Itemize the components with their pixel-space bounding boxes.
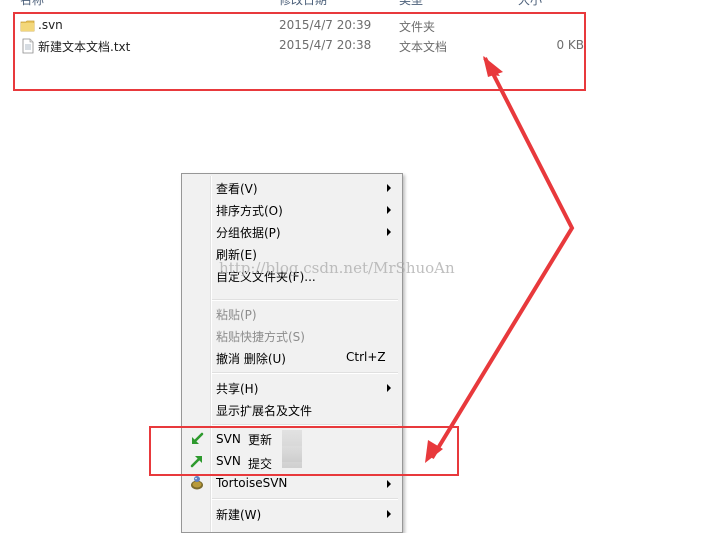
menu-item-label: 粘贴(P) [216, 308, 257, 322]
menu-item-paste[interactable]: 粘贴(P) [184, 302, 400, 324]
column-date-header[interactable]: 修改日期 [279, 0, 327, 8]
tortoisesvn-icon [191, 476, 203, 490]
menu-item-share[interactable]: 共享(H) [184, 376, 400, 398]
submenu-arrow-icon [387, 384, 391, 392]
menu-item-undo-delete[interactable]: 撤消 删除(U) Ctrl+Z [184, 346, 400, 368]
menu-item-view[interactable]: 查看(V) [184, 176, 400, 198]
column-type-header[interactable]: 类型 [399, 0, 423, 8]
menu-item-label: 新建(W) [216, 508, 262, 522]
menu-item-new[interactable]: 新建(W) [184, 502, 400, 524]
menu-item-label: 粘贴快捷方式(S) [216, 330, 305, 344]
menu-item-label: 排序方式(O) [216, 204, 283, 218]
files-highlight-box [13, 12, 586, 91]
menu-separator [212, 372, 398, 374]
watermark: http://blog.csdn.net/MrShuoAn [219, 259, 455, 277]
svn-highlight-box [149, 426, 459, 476]
menu-item-label: 显示扩展名及文件 [216, 404, 313, 418]
menu-item-label: TortoiseSVN [216, 476, 288, 490]
menu-item-label: 共享(H) [216, 382, 259, 396]
submenu-arrow-icon [387, 228, 391, 236]
column-size-header[interactable]: 大小 [518, 0, 542, 8]
menu-item-label: 分组依据(P) [216, 226, 281, 240]
submenu-arrow-icon [387, 184, 391, 192]
menu-item-sort[interactable]: 排序方式(O) [184, 198, 400, 220]
menu-item-show-extensions[interactable]: 显示扩展名及文件 [184, 398, 400, 420]
menu-separator [212, 299, 398, 301]
menu-item-shortcut: Ctrl+Z [346, 350, 386, 364]
column-header: 名称 修改日期 类型 大小 [0, 0, 711, 8]
context-menu: 查看(V) 排序方式(O) 分组依据(P) 刷新(E) 自定义文件夹(F)...… [181, 173, 403, 533]
submenu-arrow-icon [387, 206, 391, 214]
menu-item-paste-shortcut[interactable]: 粘贴快捷方式(S) [184, 324, 400, 346]
menu-item-group-by[interactable]: 分组依据(P) [184, 220, 400, 242]
menu-item-label: 查看(V) [216, 182, 258, 196]
menu-separator [212, 498, 398, 500]
submenu-arrow-icon [387, 510, 391, 518]
submenu-arrow-icon [387, 480, 391, 488]
menu-item-label: 撤消 删除(U) [216, 352, 286, 366]
column-name-header[interactable]: 名称 [20, 0, 44, 8]
